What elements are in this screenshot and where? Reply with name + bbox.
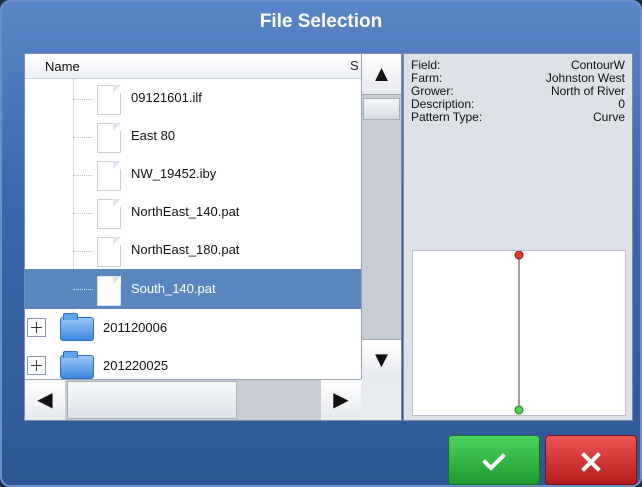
file-label: 09121601.ilf — [131, 90, 202, 105]
file-selection-dialog: File Selection Name S 09121601.ilf East … — [0, 0, 642, 487]
file-row-nw-19452[interactable]: NW_19452.iby — [25, 155, 361, 193]
expand-icon[interactable] — [27, 318, 46, 337]
file-icon — [97, 276, 121, 306]
pattern-type-value: Curve — [592, 110, 625, 124]
file-tree: 09121601.ilf East 80 NW_19452.iby NorthE… — [25, 79, 361, 379]
file-row-09121601[interactable]: 09121601.ilf — [25, 79, 361, 117]
field-value: ContourW — [570, 58, 625, 72]
pattern-type-label: Pattern Type: — [411, 110, 483, 124]
scroll-left-button[interactable]: ◀ — [25, 380, 65, 420]
vertical-scroll-thumb[interactable] — [363, 98, 400, 120]
folder-row-201120006[interactable]: 201120006 — [25, 309, 361, 347]
grower-value: North of River — [550, 84, 625, 98]
file-label: NorthEast_140.pat — [131, 204, 240, 219]
list-header: Name S — [25, 54, 361, 79]
folder-icon — [60, 351, 94, 379]
file-icon — [97, 123, 121, 153]
pattern-type-property: Pattern Type: Curve — [411, 110, 625, 124]
description-value: 0 — [618, 97, 625, 111]
tree-branch — [73, 251, 93, 252]
horizontal-scrollbar[interactable]: ◀ ▶ — [25, 379, 361, 420]
field-property: Field: ContourW — [411, 58, 625, 72]
ok-button[interactable] — [448, 435, 540, 485]
tree-branch — [73, 175, 93, 176]
pattern-preview-graphic — [514, 250, 524, 415]
column-name-header[interactable]: Name — [45, 59, 80, 74]
tree-branch — [73, 137, 93, 138]
tree-branch — [73, 99, 93, 100]
file-row-east-80[interactable]: East 80 — [25, 117, 361, 155]
tree-branch — [73, 213, 93, 214]
file-row-south-140-selected[interactable]: South_140.pat — [25, 269, 361, 309]
cancel-button[interactable] — [545, 435, 637, 485]
farm-label: Farm: — [411, 71, 443, 85]
file-label: NW_19452.iby — [131, 166, 217, 181]
scroll-down-button[interactable]: ▼ — [362, 339, 401, 380]
folder-label: 201120006 — [103, 320, 168, 335]
file-icon — [97, 85, 121, 115]
scroll-right-button[interactable]: ▶ — [321, 380, 361, 420]
end-point-icon — [514, 250, 524, 260]
file-list-pane: Name S 09121601.ilf East 80 NW_19452.iby — [24, 53, 402, 421]
tree-branch — [73, 289, 93, 290]
start-point-icon — [514, 405, 524, 415]
dialog-title: File Selection — [259, 11, 383, 32]
grower-property: Grower: North of River — [411, 84, 625, 98]
file-label: South_140.pat — [131, 281, 216, 296]
file-row-northeast-140[interactable]: NorthEast_140.pat — [25, 193, 361, 231]
scroll-up-button[interactable]: ▲ — [362, 54, 401, 95]
pattern-preview — [412, 250, 626, 416]
farm-value: Johnston West — [545, 71, 625, 85]
expand-icon[interactable] — [27, 356, 46, 375]
farm-property: Farm: Johnston West — [411, 71, 625, 85]
folder-label: 201220025 — [103, 358, 169, 373]
file-icon — [97, 161, 121, 191]
grower-label: Grower: — [411, 84, 454, 98]
file-label: East 80 — [131, 128, 176, 143]
horizontal-scroll-thumb[interactable] — [67, 381, 237, 419]
x-icon — [581, 452, 601, 472]
field-label: Field: — [411, 58, 441, 72]
file-row-northeast-180[interactable]: NorthEast_180.pat — [25, 231, 361, 269]
vertical-scrollbar[interactable]: ▲ ▼ — [361, 54, 401, 380]
details-pane: Field: ContourW Farm: Johnston West Grow… — [403, 53, 633, 421]
column-s-header[interactable]: S — [350, 58, 359, 73]
description-label: Description: — [411, 97, 475, 111]
file-label: NorthEast_180.pat — [131, 242, 240, 257]
check-icon — [482, 453, 506, 471]
scroll-corner — [361, 379, 401, 420]
folder-icon — [60, 313, 94, 341]
file-icon — [97, 199, 121, 229]
description-property: Description: 0 — [411, 97, 625, 111]
file-icon — [97, 237, 121, 267]
